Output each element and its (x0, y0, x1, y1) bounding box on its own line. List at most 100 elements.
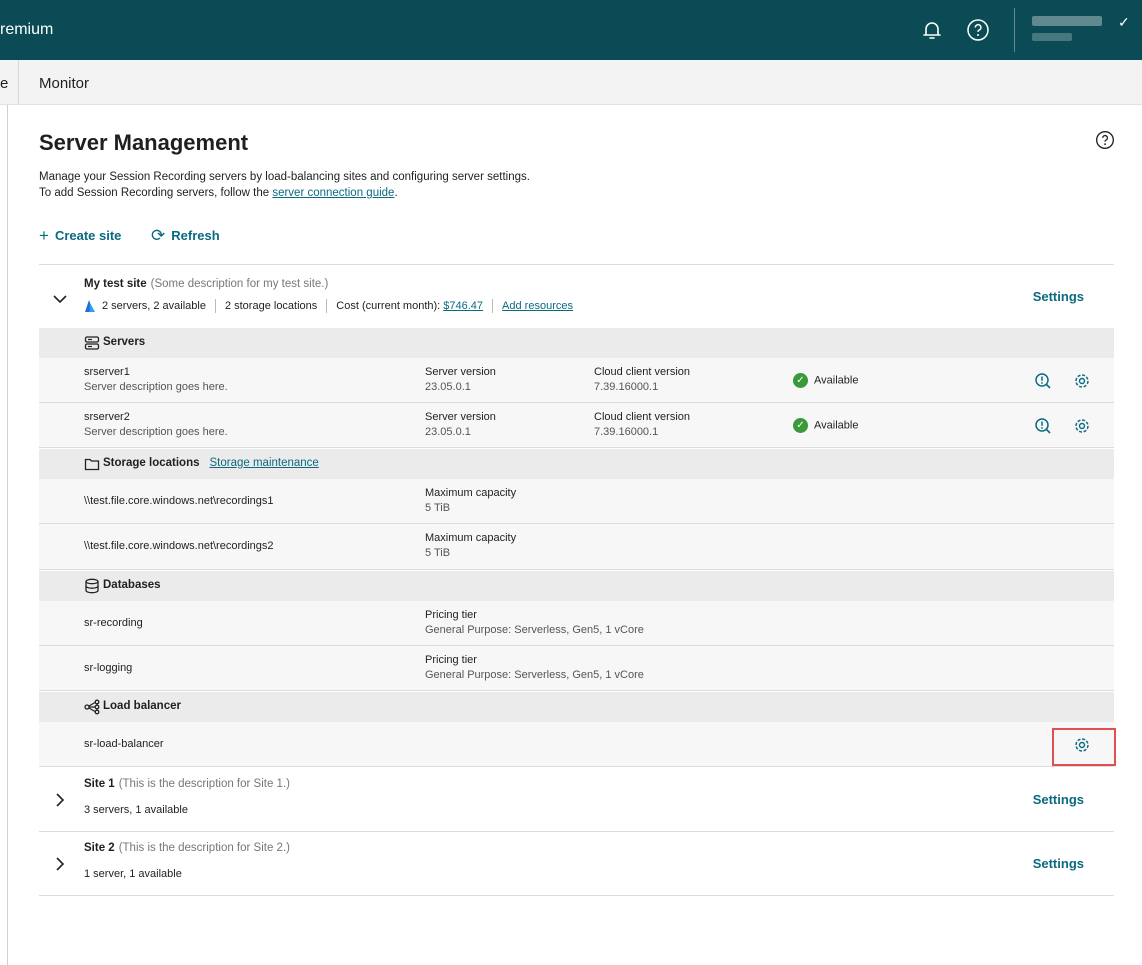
load-balancer-section-header: Load balancer (39, 692, 1114, 722)
pricing-label: Pricing tier (425, 609, 477, 621)
database-name: sr-logging (84, 662, 133, 674)
load-balancer-section-label: Load balancer (103, 700, 181, 712)
sub-navigation: e Monitor (0, 60, 1142, 105)
storage-path: \\test.file.core.windows.net\recordings1 (84, 495, 274, 507)
diagnostics-icon[interactable] (1034, 417, 1052, 435)
tab-previous[interactable]: e (0, 75, 8, 92)
pricing-value: General Purpose: Serverless, Gen5, 1 vCo… (425, 624, 644, 636)
separator (492, 299, 494, 313)
site-settings-button[interactable]: Settings (1033, 792, 1084, 807)
folder-icon (84, 456, 100, 472)
status-text: Available (814, 419, 859, 432)
site-summary: 2 servers, 2 available 2 storage location… (84, 299, 573, 313)
server-icon (84, 335, 100, 351)
pricing-cell: Pricing tier General Purpose: Serverless,… (425, 609, 644, 636)
create-site-button[interactable]: + Create site (39, 225, 121, 245)
server-row: srserver2 Server description goes here. S… (39, 403, 1114, 448)
account-org-redacted (1032, 33, 1072, 41)
gear-icon[interactable] (1073, 372, 1091, 390)
server-name: srserver2 (84, 411, 130, 423)
server-version-cell: Server version 23.05.0.1 (425, 411, 496, 438)
cost-value-link[interactable]: $746.47 (443, 300, 483, 312)
chevron-down-icon[interactable] (51, 290, 69, 308)
account-name-redacted[interactable] (1032, 16, 1102, 26)
pricing-cell: Pricing tier General Purpose: Serverless,… (425, 654, 644, 681)
divider (39, 831, 1114, 832)
storage-row: \\test.file.core.windows.net\recordings2… (39, 524, 1114, 570)
cloud-client-cell: Cloud client version 7.39.16000.1 (594, 366, 690, 393)
top-bar: remium ✓ (0, 0, 1142, 60)
account-check-icon: ✓ (1118, 14, 1130, 30)
site-header-site-1[interactable]: Site 1 (This is the description for Site … (39, 778, 1114, 828)
capacity-value: 5 TiB (425, 547, 451, 559)
site-description: (Some description for my test site.) (150, 278, 329, 290)
divider (39, 264, 1114, 265)
page-title: Server Management (39, 130, 249, 155)
site-summary: 1 server, 1 available (84, 868, 182, 880)
server-connection-guide-link[interactable]: server connection guide (272, 187, 394, 199)
load-balancer-row: sr-load-balancer (39, 722, 1114, 767)
chevron-right-icon[interactable] (51, 791, 69, 809)
site-header-site-2[interactable]: Site 2 (This is the description for Site … (39, 842, 1114, 892)
site-settings-button[interactable]: Settings (1033, 856, 1084, 871)
storage-section-label: Storage locations Storage maintenance (103, 457, 319, 469)
database-row: sr-recording Pricing tier General Purpose… (39, 601, 1114, 646)
server-desc: Server description goes here. (84, 381, 228, 393)
azure-icon (85, 300, 95, 312)
separator (326, 299, 328, 313)
refresh-button[interactable]: ⟳ Refresh (151, 225, 220, 245)
divider (39, 895, 1114, 896)
capacity-cell: Maximum capacity 5 TiB (425, 532, 516, 559)
diagnostics-icon[interactable] (1034, 372, 1052, 390)
site-name-text: Site 2 (84, 842, 115, 854)
server-version-value: 23.05.0.1 (425, 426, 471, 438)
server-version-label: Server version (425, 411, 496, 423)
capacity-label: Maximum capacity (425, 487, 517, 499)
page-description-line2: To add Session Recording servers, follow… (39, 187, 398, 199)
load-balancer-icon (84, 699, 100, 715)
chevron-right-icon[interactable] (51, 855, 69, 873)
cloud-client-label: Cloud client version (594, 411, 690, 423)
server-name-cell: srserver2 Server description goes here. (84, 411, 228, 438)
topbar-divider (1014, 8, 1015, 52)
tab-monitor[interactable]: Monitor (39, 75, 89, 92)
storage-path: \\test.file.core.windows.net\recordings2 (84, 540, 274, 552)
site-description: (This is the description for Site 1.) (118, 778, 290, 790)
status-badge: ✓ Available (793, 373, 858, 388)
server-version-label: Server version (425, 366, 496, 378)
add-resources-link[interactable]: Add resources (502, 300, 573, 312)
servers-summary: 2 servers, 2 available (102, 299, 206, 312)
server-desc: Server description goes here. (84, 426, 228, 438)
cloud-client-label: Cloud client version (594, 366, 690, 378)
database-name: sr-recording (84, 617, 143, 629)
page-help-icon[interactable] (1095, 130, 1115, 150)
status-badge: ✓ Available (793, 418, 858, 433)
databases-section-header: Databases (39, 571, 1114, 601)
load-balancer-name: sr-load-balancer (84, 738, 164, 750)
site-settings-button[interactable]: Settings (1033, 289, 1084, 304)
server-version-cell: Server version 23.05.0.1 (425, 366, 496, 393)
databases-section-label: Databases (103, 579, 161, 591)
site-name-text: Site 1 (84, 778, 115, 790)
bell-icon[interactable] (920, 18, 944, 42)
storage-section-header: Storage locations Storage maintenance (39, 449, 1114, 479)
plus-icon: + (39, 226, 49, 245)
server-name-cell: srserver1 Server description goes here. (84, 366, 228, 393)
storage-maintenance-link[interactable]: Storage maintenance (210, 457, 319, 469)
site-header-my-test-site[interactable]: My test site (Some description for my tes… (39, 278, 1114, 328)
server-name: srserver1 (84, 366, 130, 378)
check-circle-icon: ✓ (793, 373, 808, 388)
brand-name: remium (0, 21, 54, 38)
servers-section-label: Servers (103, 336, 146, 348)
help-icon[interactable] (966, 18, 990, 42)
desc-suffix: . (394, 187, 398, 199)
subnav-divider (18, 60, 19, 105)
server-row: srserver1 Server description goes here. S… (39, 358, 1114, 403)
site-name: Site 2 (This is the description for Site … (84, 842, 290, 854)
capacity-label: Maximum capacity (425, 532, 517, 544)
create-site-label: Create site (54, 228, 122, 243)
storage-row: \\test.file.core.windows.net\recordings1… (39, 479, 1114, 524)
highlight-box (1052, 728, 1116, 766)
site-name: Site 1 (This is the description for Site … (84, 778, 290, 790)
gear-icon[interactable] (1073, 417, 1091, 435)
